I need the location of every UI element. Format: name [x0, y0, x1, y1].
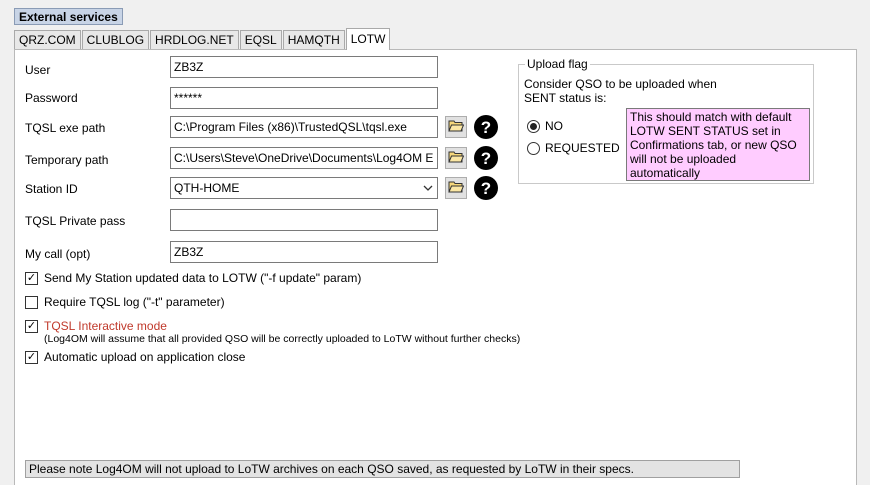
tqsl-exe-browse-button[interactable]: [445, 116, 467, 138]
tab-lotw[interactable]: LOTW: [345, 28, 391, 50]
radio-selected-dot: [530, 123, 537, 130]
require-log-label: Require TQSL log ("-t" parameter): [44, 295, 225, 309]
chevron-down-icon: [423, 178, 433, 198]
temp-path-input[interactable]: C:\Users\Steve\OneDrive\Documents\Log4OM…: [170, 147, 438, 169]
upload-flag-line1: Consider QSO to be uploaded when: [524, 77, 717, 91]
upload-flag-group: Upload flag Consider QSO to be uploaded …: [518, 57, 814, 184]
interactive-mode-label: TQSL Interactive mode: [44, 319, 167, 333]
interactive-mode-note: (Log4OM will assume that all provided QS…: [44, 333, 521, 345]
tqsl-exe-label: TQSL exe path: [25, 121, 106, 135]
radio-no-label: NO: [545, 119, 563, 133]
send-station-label: Send My Station updated data to LOTW ("-…: [44, 271, 362, 285]
tqsl-pass-label: TQSL Private pass: [25, 214, 126, 228]
tqsl-exe-input[interactable]: C:\Program Files (x86)\TrustedQSL\tqsl.e…: [170, 116, 438, 138]
my-call-label: My call (opt): [25, 247, 91, 261]
tqsl-pass-input[interactable]: [170, 209, 438, 231]
require-log-checkbox[interactable]: [25, 296, 38, 309]
interactive-mode-checkbox[interactable]: ✓: [25, 320, 38, 333]
folder-open-icon: [448, 180, 465, 196]
tab-clublog[interactable]: CLUBLOG: [81, 30, 150, 50]
lotw-panel: User ZB3Z Password ****** TQSL exe path …: [14, 49, 857, 485]
my-call-input[interactable]: ZB3Z: [170, 241, 438, 263]
password-label: Password: [25, 91, 78, 105]
auto-upload-label: Automatic upload on application close: [44, 350, 246, 364]
radio-no[interactable]: [527, 120, 540, 133]
tab-eqsl[interactable]: EQSL: [239, 30, 282, 50]
bottom-note: Please note Log4OM will not upload to Lo…: [25, 460, 740, 478]
folder-open-icon: [448, 119, 465, 135]
tab-hrdlog[interactable]: HRDLOG.NET: [150, 30, 239, 50]
send-station-checkbox[interactable]: ✓: [25, 272, 38, 285]
folder-open-icon: [448, 150, 465, 166]
radio-requested-label: REQUESTED: [545, 141, 620, 155]
temp-path-browse-button[interactable]: [445, 147, 467, 169]
section-title: External services: [14, 8, 123, 25]
user-label: User: [25, 63, 51, 77]
password-input[interactable]: ******: [170, 87, 438, 109]
tab-strip: QRZ.COM CLUBLOG HRDLOG.NET EQSL HAMQTH L…: [14, 28, 391, 50]
user-input[interactable]: ZB3Z: [170, 56, 438, 78]
upload-flag-note: This should match with default LOTW SENT…: [626, 108, 810, 181]
station-id-select[interactable]: QTH-HOME: [170, 177, 438, 199]
station-id-label: Station ID: [25, 182, 78, 196]
temp-path-label: Temporary path: [25, 153, 109, 167]
upload-flag-title: Upload flag: [525, 57, 590, 71]
upload-flag-line2: SENT status is:: [524, 91, 607, 105]
tqsl-exe-help-icon[interactable]: ?: [474, 115, 498, 139]
tab-qrz[interactable]: QRZ.COM: [14, 30, 81, 50]
station-id-help-icon[interactable]: ?: [474, 176, 498, 200]
station-id-value: QTH-HOME: [174, 181, 240, 195]
radio-requested[interactable]: [527, 142, 540, 155]
station-id-browse-button[interactable]: [445, 177, 467, 199]
auto-upload-checkbox[interactable]: ✓: [25, 351, 38, 364]
tab-hamqth[interactable]: HAMQTH: [282, 30, 345, 50]
temp-path-help-icon[interactable]: ?: [474, 146, 498, 170]
